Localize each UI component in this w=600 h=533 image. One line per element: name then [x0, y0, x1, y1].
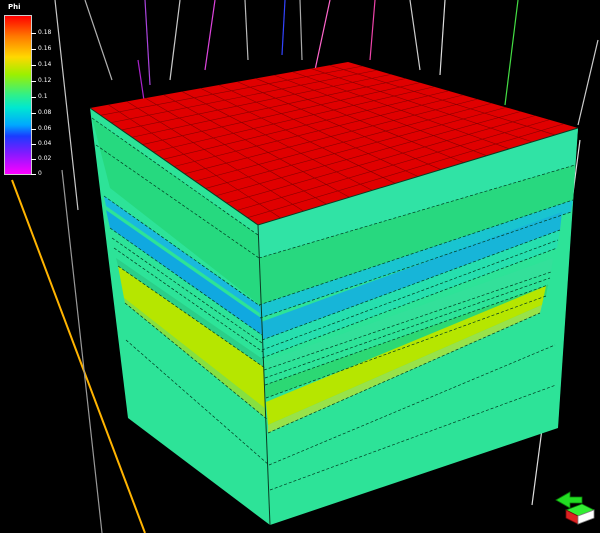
legend-tick-mark	[31, 129, 36, 130]
legend-tick-label: 0	[38, 170, 42, 177]
legend-tick-label: 0.08	[38, 109, 52, 116]
legend-tick-label: 0.12	[38, 77, 52, 84]
porosity-color-legend: Phi 0.18 0.16 0.14 0.12 0.1 0.08 0.06 0.…	[2, 2, 62, 178]
reservoir-model-scene[interactable]	[0, 0, 600, 533]
legend-tick-label: 0.06	[38, 125, 52, 132]
legend-tick-label: 0.1	[38, 93, 48, 100]
legend-tick-mark	[31, 174, 36, 175]
legend-title: Phi	[8, 3, 21, 11]
legend-tick-mark	[31, 113, 36, 114]
legend-tick-mark	[31, 65, 36, 66]
legend-tick-mark	[31, 49, 36, 50]
legend-tick-label: 0.04	[38, 140, 52, 147]
orientation-gizmo-icon[interactable]	[552, 488, 596, 528]
legend-tick-mark	[31, 97, 36, 98]
legend-tick-label: 0.16	[38, 45, 52, 52]
legend-color-bar	[4, 15, 32, 175]
legend-tick-label: 0.02	[38, 155, 52, 162]
legend-tick-mark	[31, 159, 36, 160]
legend-tick-mark	[31, 33, 36, 34]
legend-tick-label: 0.14	[38, 61, 52, 68]
legend-tick-label: 0.18	[38, 29, 52, 36]
3d-viewport[interactable]: Phi 0.18 0.16 0.14 0.12 0.1 0.08 0.06 0.…	[0, 0, 600, 533]
legend-tick-mark	[31, 81, 36, 82]
legend-tick-mark	[31, 144, 36, 145]
